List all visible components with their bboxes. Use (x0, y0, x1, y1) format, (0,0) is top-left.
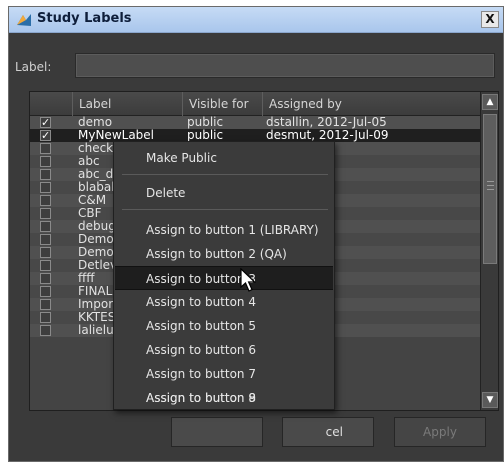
menu-separator (122, 174, 328, 175)
row-checkbox[interactable] (40, 273, 51, 284)
header-label[interactable]: Label (72, 92, 182, 116)
row-checkbox[interactable] (40, 312, 51, 323)
context-menu-item[interactable]: Assign to button 9 (115, 386, 333, 410)
title-bar: Study Labels X (9, 7, 503, 33)
row-checkbox[interactable] (40, 195, 51, 206)
row-checkbox[interactable] (40, 325, 51, 336)
row-checkbox[interactable] (40, 260, 51, 271)
context-menu: Make Public Delete Assign to button 1 (LIB… (113, 141, 335, 410)
row-label: demo (78, 116, 113, 129)
context-menu-item[interactable]: Assign to button 2 (QA) (115, 242, 333, 266)
context-menu-item[interactable]: Assign to button 3 (115, 266, 333, 290)
context-menu-item[interactable]: Assign to button 4 (115, 290, 333, 314)
table-row[interactable]: demopublicdstallin, 2012-Jul-05 (30, 116, 480, 129)
row-checkbox[interactable] (40, 169, 51, 180)
arrow-cursor-icon (240, 268, 256, 292)
context-menu-item[interactable]: Assign to button 5 (115, 314, 333, 338)
table-header: Label Visible for Assigned by (30, 92, 480, 116)
window-title: Study Labels (37, 11, 132, 26)
context-menu-item[interactable]: Make Public (115, 146, 333, 170)
row-checkbox[interactable] (40, 221, 51, 232)
vertical-scrollbar[interactable]: ▲ ▼ (480, 92, 498, 410)
row-checkbox[interactable] (40, 299, 51, 310)
row-checkbox[interactable] (40, 129, 51, 142)
header-visible-for[interactable]: Visible for (182, 92, 262, 116)
label-input[interactable] (75, 53, 495, 78)
row-checkbox[interactable] (40, 286, 51, 297)
header-assigned-by[interactable]: Assigned by (262, 92, 480, 116)
row-checkbox[interactable] (40, 143, 51, 154)
row-checkbox[interactable] (40, 247, 51, 258)
menu-separator (122, 209, 328, 210)
header-checkbox-column[interactable] (30, 92, 72, 116)
scrollbar-thumb[interactable] (483, 114, 497, 264)
context-menu-item[interactable]: Delete (115, 181, 333, 205)
row-checkbox[interactable] (40, 182, 51, 193)
context-menu-item[interactable]: Assign to button 6 (115, 338, 333, 362)
close-button[interactable]: X (481, 11, 499, 28)
row-checkbox[interactable] (40, 234, 51, 245)
scroll-down-icon[interactable]: ▼ (482, 392, 498, 408)
row-checkbox[interactable] (40, 208, 51, 219)
row-checkbox[interactable] (40, 156, 51, 167)
context-menu-item[interactable]: Assign to button 7 (115, 362, 333, 386)
grip-icon (487, 181, 494, 190)
app-icon (17, 14, 31, 26)
row-checkbox[interactable] (40, 116, 51, 129)
cancel-button[interactable]: cel (282, 417, 374, 447)
apply-button[interactable]: Apply (394, 417, 486, 447)
ok-button[interactable] (171, 417, 263, 447)
scroll-up-icon[interactable]: ▲ (482, 94, 498, 110)
label-caption: Label: (15, 60, 52, 74)
context-menu-item[interactable]: Assign to button 1 (LIBRARY) (115, 218, 333, 242)
